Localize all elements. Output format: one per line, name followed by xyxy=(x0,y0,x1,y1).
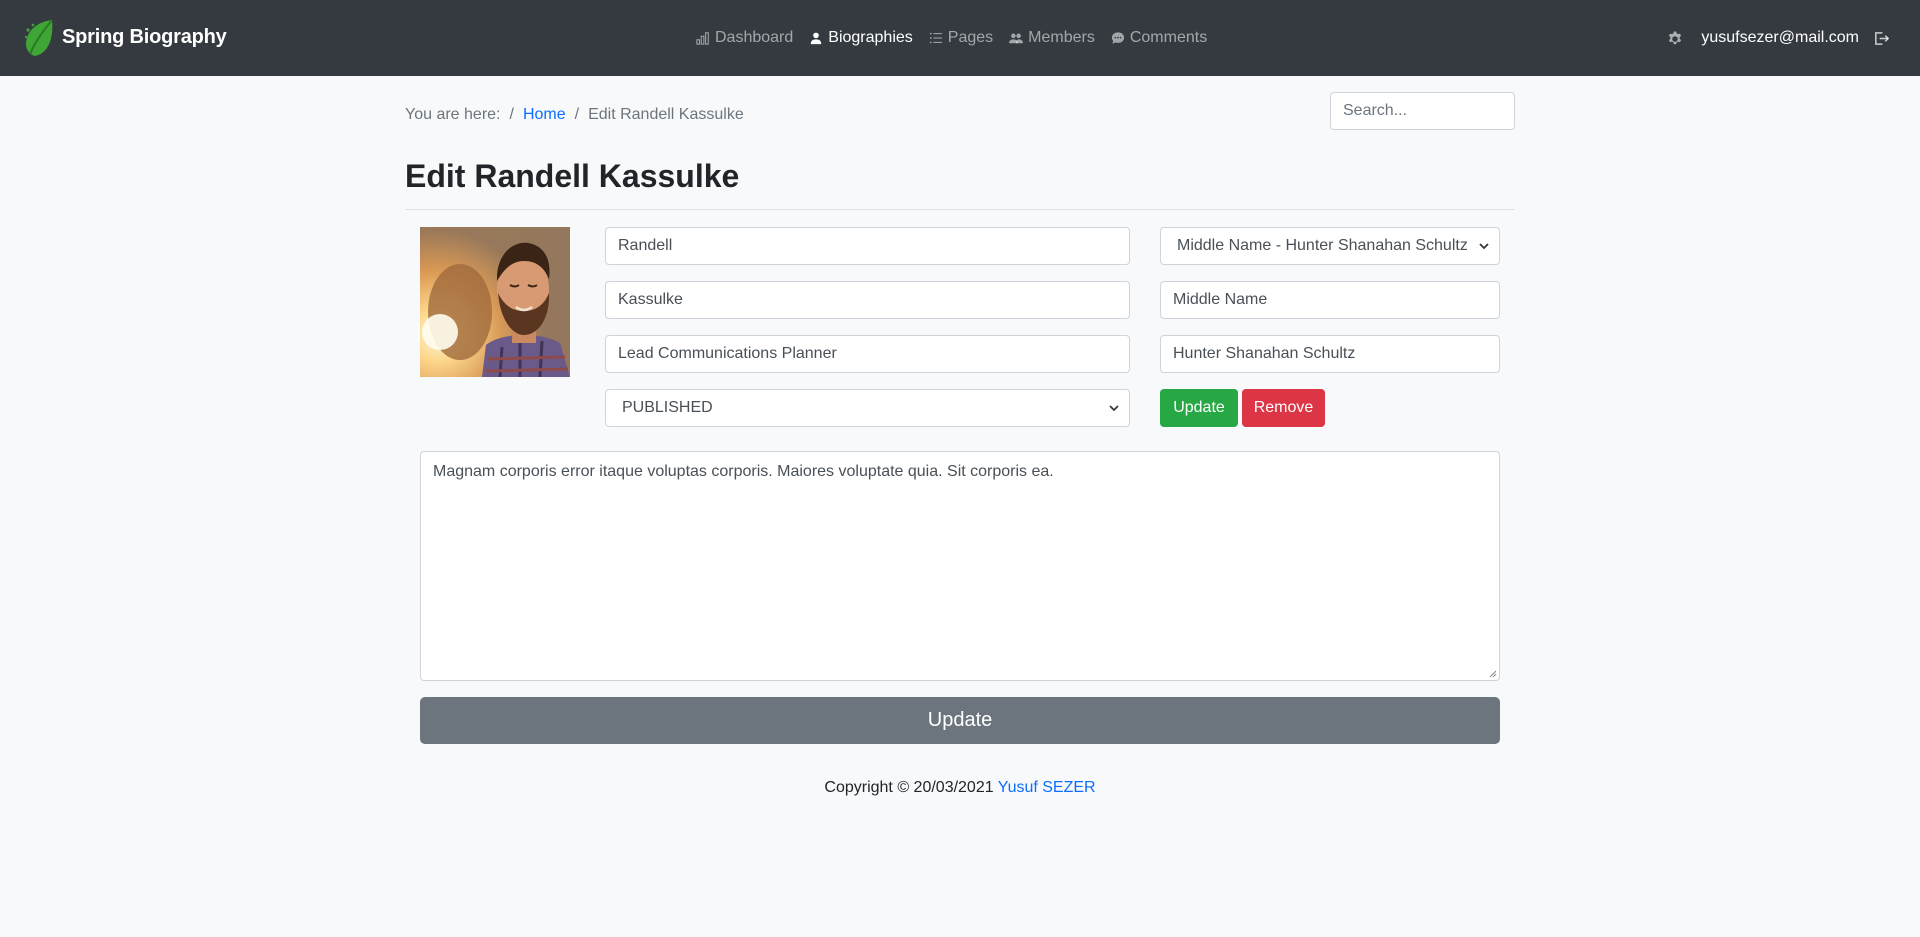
job-title-input[interactable]: Lead Communications Planner xyxy=(605,335,1130,373)
biography-text: Magnam corporis error itaque voluptas co… xyxy=(433,463,1054,480)
list-icon xyxy=(929,32,942,44)
bar-chart-icon xyxy=(696,32,709,45)
remove-middle-name-button[interactable]: Remove xyxy=(1242,389,1325,427)
nav-item-pages[interactable]: Pages xyxy=(929,29,993,47)
nav-label-dashboard: Dashboard xyxy=(715,29,794,46)
chat-icon xyxy=(1111,32,1124,44)
nav-label-comments: Comments xyxy=(1129,29,1208,46)
leaf-logo-icon xyxy=(24,19,53,56)
brand-link[interactable]: Spring Biography xyxy=(22,16,227,58)
middle-name-select[interactable]: Middle Name - Hunter Shanahan Schultz xyxy=(1160,227,1500,265)
middle-name-value-input[interactable]: Hunter Shanahan Schultz xyxy=(1160,335,1500,373)
footer: Copyright © 20/03/2021 Yusuf SEZER xyxy=(0,779,1920,797)
resize-handle-icon[interactable] xyxy=(1487,668,1497,678)
person-icon xyxy=(811,32,822,45)
footer-copyright: Copyright © 20/03/2021 xyxy=(824,779,994,796)
nav-item-comments[interactable]: Comments xyxy=(1111,29,1207,47)
search-input[interactable] xyxy=(1330,92,1515,130)
nav-item-biographies[interactable]: Biographies xyxy=(809,29,913,47)
logout-icon[interactable] xyxy=(1873,30,1890,47)
last-name-input[interactable]: Kassulke xyxy=(605,281,1130,319)
brand-name: Spring Biography xyxy=(62,25,227,48)
first-name-value: Randell xyxy=(618,237,673,254)
breadcrumb-separator: / xyxy=(509,106,514,123)
middle-name-select-value: Middle Name - Hunter Shanahan Schultz xyxy=(1177,237,1467,254)
breadcrumb-separator: / xyxy=(574,106,580,123)
footer-author-link[interactable]: Yusuf SEZER xyxy=(998,779,1096,796)
biography-textarea[interactable]: Magnam corporis error itaque voluptas co… xyxy=(420,451,1500,681)
last-name-value: Kassulke xyxy=(618,291,683,308)
status-value: PUBLISHED xyxy=(622,399,713,416)
nav-label-biographies: Biographies xyxy=(828,29,913,46)
gear-icon[interactable] xyxy=(1667,30,1683,46)
first-name-input[interactable]: Randell xyxy=(605,227,1130,265)
breadcrumb: You are here: / Home / Edit Randell Kass… xyxy=(405,106,744,124)
middle-name-label-value: Middle Name xyxy=(1173,291,1268,308)
user-menu: yusufsezer@mail.com xyxy=(1667,27,1890,49)
title-divider xyxy=(405,209,1515,210)
submit-update-button[interactable]: Update xyxy=(420,697,1500,744)
nav-item-dashboard[interactable]: Dashboard xyxy=(696,29,793,47)
page-title: Edit Randell Kassulke xyxy=(405,158,740,194)
nav-label-members: Members xyxy=(1028,29,1095,46)
update-middle-name-button[interactable]: Update xyxy=(1160,389,1238,427)
nav-item-members[interactable]: Members xyxy=(1009,29,1095,47)
portrait-image xyxy=(420,227,570,377)
breadcrumb-home-link[interactable]: Home xyxy=(523,106,566,124)
chevron-down-icon xyxy=(1109,405,1119,412)
nav-label-pages: Pages xyxy=(947,29,994,46)
breadcrumb-prefix: You are here: xyxy=(405,106,501,123)
top-navbar: Spring Biography Dashboard Biographies P… xyxy=(0,0,1920,76)
middle-name-value: Hunter Shanahan Schultz xyxy=(1173,345,1356,362)
people-icon xyxy=(1009,33,1024,44)
main-nav: Dashboard Biographies Pages Members Comm… xyxy=(696,27,1223,49)
middle-name-label-input[interactable]: Middle Name xyxy=(1160,281,1500,319)
status-select[interactable]: PUBLISHED xyxy=(605,389,1130,427)
user-email[interactable]: yusufsezer@mail.com xyxy=(1701,29,1859,47)
breadcrumb-current: Edit Randell Kassulke xyxy=(588,106,744,123)
biography-photo xyxy=(420,227,570,377)
job-title-value: Lead Communications Planner xyxy=(618,345,837,362)
chevron-down-icon xyxy=(1479,243,1489,250)
